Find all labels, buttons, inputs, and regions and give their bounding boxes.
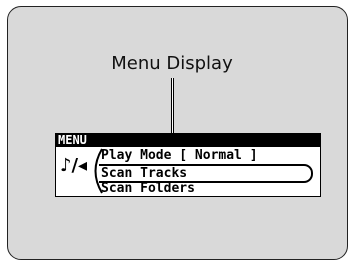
menu-display: MENU ♪/◂ Play Mode [ Normal ] Scan Track…	[55, 133, 321, 197]
callout-label: Menu Display	[111, 53, 233, 74]
menu-item-scan-folders[interactable]: Scan Folders	[101, 181, 195, 196]
menu-item-play-mode[interactable]: Play Mode [ Normal ]	[101, 148, 258, 163]
music-note-icon: ♪/◂	[60, 155, 88, 176]
menu-title: MENU	[56, 134, 320, 147]
